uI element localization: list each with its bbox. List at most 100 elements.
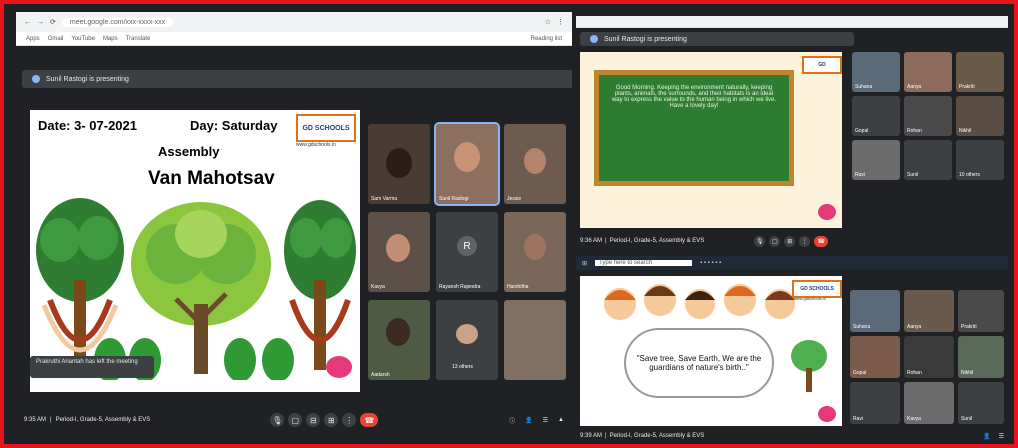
- forward-icon[interactable]: →: [37, 19, 44, 26]
- presenter-avatar: [32, 75, 40, 83]
- participant-tile[interactable]: Aanya: [904, 290, 954, 332]
- flower-decoration: [818, 406, 836, 422]
- meeting-controls-bar-right: 9:36 AM | Period-I, Grade-5, Assembly & …: [580, 232, 1004, 250]
- others-tile[interactable]: 13 others: [436, 300, 498, 380]
- participant-tile[interactable]: Prakriti: [958, 290, 1004, 332]
- participant-tile[interactable]: Suhana: [850, 290, 900, 332]
- slide-assembly: Assembly: [158, 144, 220, 159]
- meeting-title: Period-I, Grade-5, Assembly & EVS: [609, 238, 705, 244]
- participant-tile[interactable]: Sunil Rastogi: [434, 122, 500, 206]
- people-icon[interactable]: 👤: [983, 433, 990, 440]
- participant-tile[interactable]: Gopal: [852, 96, 900, 136]
- chat-icon[interactable]: ☰: [543, 417, 548, 424]
- flower-decoration: [326, 356, 352, 378]
- microphone-icon[interactable]: 🎙: [754, 235, 766, 247]
- slide-day: Day: Saturday: [190, 118, 278, 133]
- present-screen-icon[interactable]: ⊞: [324, 413, 339, 427]
- participant-tile[interactable]: Suhana: [852, 52, 900, 92]
- school-logo: GD SCHOOLS: [296, 114, 356, 142]
- flower-decoration: [818, 204, 836, 220]
- participant-tile[interactable]: Ravi: [852, 140, 900, 180]
- participant-tile[interactable]: Rohan: [904, 336, 954, 378]
- more-options-icon[interactable]: ⋮: [342, 413, 357, 427]
- participant-tile[interactable]: Nikhil: [956, 96, 1004, 136]
- school-website: www.gdschools.in: [296, 142, 336, 148]
- camera-icon[interactable]: ▢: [769, 235, 781, 247]
- meeting-controls-bar: 9:35 AM | Period-I, Grade-5, Assembly & …: [24, 408, 564, 432]
- activities-icon[interactable]: ▲: [558, 417, 564, 423]
- meeting-time: 9:35 AM: [24, 417, 47, 423]
- right-bottom-meet-window: "Save tree, Save Earth, We are the guard…: [576, 272, 1008, 444]
- chalkboard: Good Morning. Keeping the environment na…: [594, 70, 794, 186]
- menu-icon[interactable]: ⋮: [557, 18, 564, 26]
- end-call-icon[interactable]: ☎: [360, 413, 379, 427]
- captions-icon[interactable]: ⊟: [306, 413, 321, 427]
- slide-title: Van Mahotsav: [148, 168, 275, 189]
- chat-icon[interactable]: ☰: [999, 433, 1004, 440]
- reading-list[interactable]: Reading list: [531, 36, 562, 42]
- small-tree-illustration: [791, 340, 827, 392]
- slide-date: Date: 3- 07-2021: [38, 118, 137, 133]
- presenting-text: Sunil Rastogi is presenting: [604, 35, 687, 43]
- participant-tile[interactable]: Kavya: [904, 382, 954, 424]
- camera-icon[interactable]: ▢: [288, 413, 303, 427]
- left-meet-window: ← → ⟳ meet.google.com/xxx-xxxx-xxx ☆ ⋮ A…: [16, 12, 572, 444]
- back-icon[interactable]: ←: [24, 19, 31, 26]
- participant-initial-avatar: R: [457, 236, 477, 256]
- windows-taskbar: ⊞ Type here to search ▪ ▪ ▪ ▪ ▪ ▪: [576, 256, 1008, 270]
- screenshot-frame: ← → ⟳ meet.google.com/xxx-xxxx-xxx ☆ ⋮ A…: [0, 0, 1018, 448]
- participant-tile[interactable]: Harshitha: [504, 212, 566, 292]
- presenter-avatar: [590, 35, 598, 43]
- participant-tile[interactable]: Aadarsh: [368, 300, 430, 380]
- taskbar-apps: ▪ ▪ ▪ ▪ ▪ ▪: [700, 260, 722, 266]
- microphone-icon[interactable]: 🎙: [270, 413, 285, 427]
- participant-tile[interactable]: R Rayansh Rajendra: [436, 212, 498, 292]
- bookmarks-bar: Apps Gmail YouTube Maps Translate Readin…: [16, 32, 572, 46]
- present-screen-icon[interactable]: ⊞: [784, 235, 796, 247]
- right-top-meet-window: Sunil Rastogi is presenting Good Morning…: [576, 16, 1008, 254]
- participant-tile[interactable]: Jessie: [504, 124, 566, 204]
- bookmark-maps[interactable]: Maps: [103, 36, 118, 42]
- others-tile[interactable]: 10 others: [956, 140, 1004, 180]
- chalkboard-slide: Good Morning. Keeping the environment na…: [580, 52, 842, 228]
- participant-tile[interactable]: Nikhil: [958, 336, 1004, 378]
- more-options-icon[interactable]: ⋮: [799, 235, 811, 247]
- people-icon[interactable]: 👤: [525, 417, 532, 424]
- end-call-icon[interactable]: ☎: [814, 235, 829, 247]
- meeting-toast: Prakruthi Anantah has left the meeting: [30, 356, 154, 378]
- participant-tile[interactable]: Kavya: [368, 212, 430, 292]
- bookmark-gmail[interactable]: Gmail: [48, 36, 64, 42]
- children-illustration: [604, 284, 795, 320]
- star-icon[interactable]: ☆: [545, 18, 551, 26]
- presentation-slide: Date: 3- 07-2021 Day: Saturday Assembly …: [30, 110, 360, 392]
- quote-cloud: "Save tree, Save Earth, We are the guard…: [624, 328, 774, 398]
- participant-tile[interactable]: Sunil: [904, 140, 952, 180]
- participant-tile[interactable]: Gopal: [850, 336, 900, 378]
- info-icon[interactable]: ⓘ: [509, 416, 515, 425]
- meeting-time: 9:39 AM: [580, 433, 603, 439]
- presenting-banner-right: Sunil Rastogi is presenting: [580, 32, 854, 46]
- presenting-banner: Sunil Rastogi is presenting: [22, 70, 572, 88]
- bookmark-youtube[interactable]: YouTube: [71, 36, 95, 42]
- participant-tile[interactable]: Aanya: [904, 52, 952, 92]
- participant-tile[interactable]: Sunil: [958, 382, 1004, 424]
- school-logo-right: GD: [802, 56, 842, 74]
- bookmark-apps[interactable]: Apps: [26, 36, 40, 42]
- participant-tile[interactable]: Rohan: [904, 96, 952, 136]
- bookmark-translate[interactable]: Translate: [126, 36, 151, 42]
- quote-slide: "Save tree, Save Earth, We are the guard…: [580, 276, 842, 426]
- meeting-time: 9:36 AM: [580, 238, 603, 244]
- participant-tile[interactable]: [504, 300, 566, 380]
- participant-tile[interactable]: Sam Varma: [368, 124, 430, 204]
- participant-tile[interactable]: Ravi: [850, 382, 900, 424]
- taskbar-search[interactable]: Type here to search: [595, 260, 693, 266]
- browser-toolbar: ← → ⟳ meet.google.com/xxx-xxxx-xxx ☆ ⋮: [16, 12, 572, 32]
- participant-tile[interactable]: Prakriti: [956, 52, 1004, 92]
- windows-start-icon[interactable]: ⊞: [582, 260, 587, 267]
- presenting-text: Sunil Rastogi is presenting: [46, 75, 129, 83]
- reload-icon[interactable]: ⟳: [50, 18, 56, 26]
- address-bar[interactable]: meet.google.com/xxx-xxxx-xxx: [61, 17, 174, 27]
- meeting-title: Period-I, Grade-5, Assembly & EVS: [609, 433, 705, 439]
- meeting-controls-bar-bottom: 9:39 AM | Period-I, Grade-5, Assembly & …: [580, 433, 1004, 440]
- meeting-title: Period-I, Grade-5, Assembly & EVS: [55, 417, 151, 423]
